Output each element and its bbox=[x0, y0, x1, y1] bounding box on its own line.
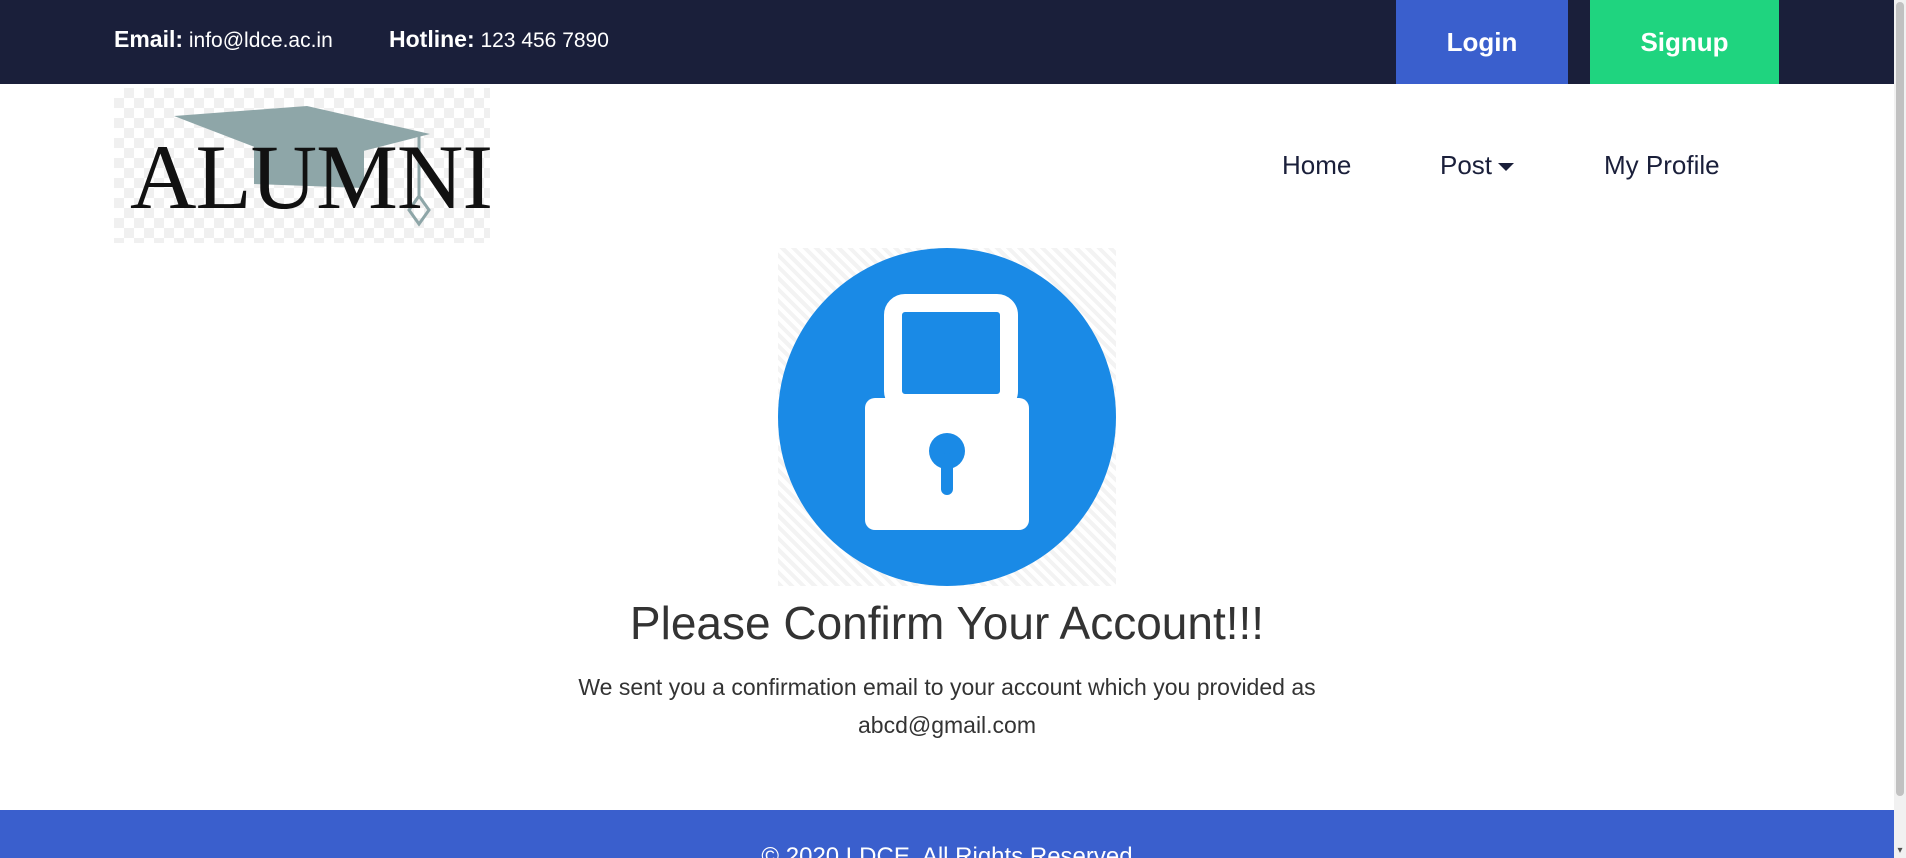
scrollbar[interactable]: ▾ bbox=[1894, 0, 1906, 858]
message-text: We sent you a confirmation email to your… bbox=[578, 674, 1316, 700]
confirmation-message: We sent you a confirmation email to your… bbox=[540, 668, 1354, 744]
contact-hotline: Hotline: 123 456 7890 bbox=[389, 26, 609, 53]
scroll-down-icon[interactable]: ▾ bbox=[1894, 844, 1906, 858]
page-title: Please Confirm Your Account!!! bbox=[629, 597, 1265, 649]
signup-button[interactable]: Signup bbox=[1590, 0, 1779, 84]
scrollbar-thumb[interactable] bbox=[1896, 2, 1904, 796]
nav-home[interactable]: Home bbox=[1282, 150, 1351, 181]
caret-down-icon bbox=[1498, 163, 1515, 172]
lock-illustration bbox=[778, 248, 1116, 586]
nav-post[interactable]: Post bbox=[1440, 150, 1515, 181]
user-email: abcd@gmail.com bbox=[857, 712, 1037, 738]
copyright-text: © 2020 LDCE. All Rights Reserved bbox=[761, 843, 1133, 858]
footer: © 2020 LDCE. All Rights Reserved bbox=[0, 810, 1894, 858]
hotline-value[interactable]: 123 456 7890 bbox=[480, 29, 608, 52]
page: Email: info@ldce.ac.in Hotline: 123 456 … bbox=[0, 0, 1906, 858]
logo-text: ALUMNI bbox=[130, 126, 493, 228]
contact-email: Email: info@ldce.ac.in bbox=[114, 26, 333, 53]
login-button[interactable]: Login bbox=[1396, 0, 1568, 84]
nav-my-profile[interactable]: My Profile bbox=[1604, 150, 1720, 181]
nav-post-label: Post bbox=[1440, 150, 1493, 180]
top-bar: Email: info@ldce.ac.in Hotline: 123 456 … bbox=[0, 0, 1894, 84]
alumni-logo[interactable]: ALUMNI bbox=[114, 88, 493, 243]
email-value[interactable]: info@ldce.ac.in bbox=[189, 29, 333, 52]
email-label: Email: bbox=[114, 26, 184, 52]
hotline-label: Hotline: bbox=[389, 26, 475, 52]
lock-icon bbox=[778, 248, 1116, 586]
